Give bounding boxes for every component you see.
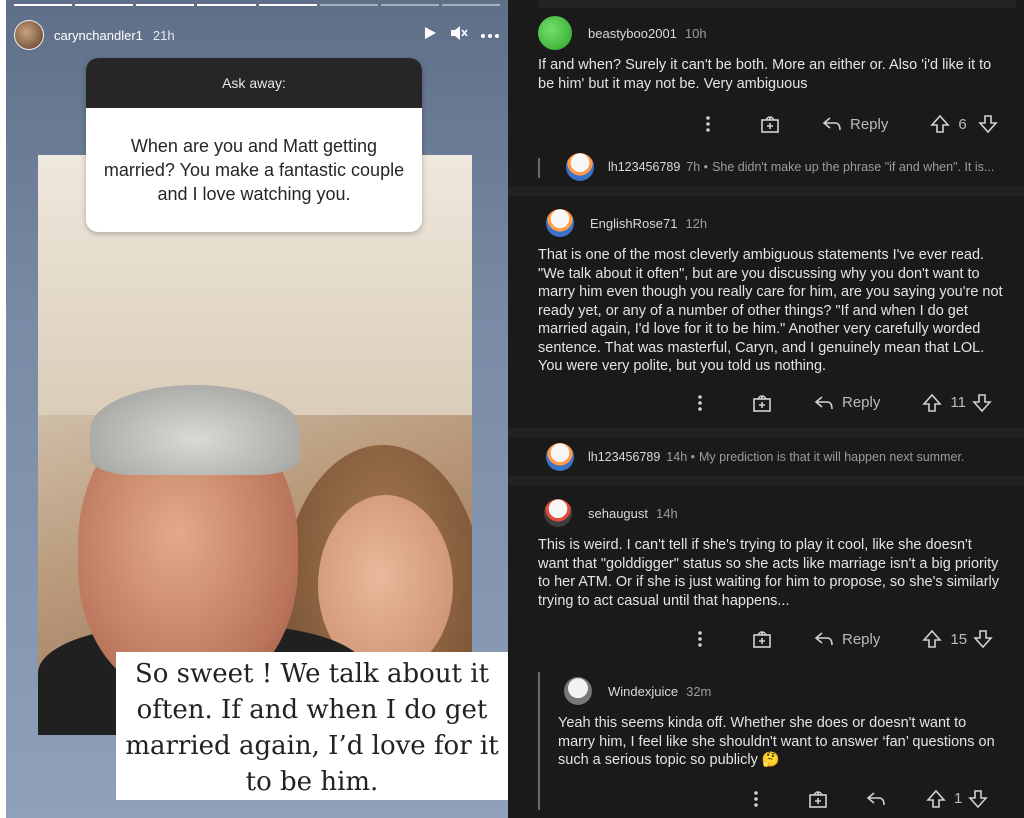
upvote-icon[interactable] [924,787,948,811]
comment-time: 10h [684,25,707,41]
comment: EnglishRose71 12h That is one of the mos… [508,208,1024,418]
collapsed-comment[interactable]: lh123456789 14h • My prediction is that … [508,442,1024,472]
collapsed-comment[interactable]: lh123456789 7h • She didn't make up the … [508,152,1024,182]
avatar[interactable] [566,153,594,181]
comment-body: If and when? Surely it can't be both. Mo… [538,57,992,92]
vote-count: 15 [950,630,968,648]
comment-username[interactable]: sehaugust [588,506,648,521]
award-icon[interactable] [806,787,830,811]
vote-count: 6 [958,115,967,133]
instagram-story: carynchandler1 21h Ask away: When are yo… [6,0,508,818]
comment-body: Yeah this seems kinda off. Whether she d… [558,715,995,768]
reply-button[interactable]: Reply [822,116,888,133]
story-time: 21h [152,27,175,43]
couple-photo [38,155,472,735]
comment-time: 32m [686,683,712,699]
story-header: carynchandler1 21h [14,20,500,50]
answer-text: So sweet ! We talk about it often. If an… [116,652,508,800]
avatar[interactable] [14,20,44,50]
comment-username[interactable]: EnglishRose71 [590,216,677,231]
upvote-icon[interactable] [920,627,944,651]
comment-preview: She didn't make up the phrase "if and wh… [712,160,995,174]
comment-username[interactable]: lh123456789 [608,160,680,174]
reply-button[interactable]: Reply [814,394,880,411]
comment-time: 12h [685,215,708,231]
vote-count: 11 [950,394,966,411]
downvote-icon[interactable] [970,391,994,415]
reply-button[interactable]: Reply [814,631,880,648]
downvote-icon[interactable] [976,112,1000,136]
mute-icon[interactable] [450,25,468,46]
award-icon[interactable] [750,627,774,651]
more-options-icon[interactable] [696,112,720,136]
avatar[interactable] [544,499,572,527]
question-text: When are you and Matt getting married? Y… [103,136,405,204]
avatar[interactable] [538,16,572,50]
comment-thread: beastyboo2001 10h If and when? Surely it… [508,0,1024,818]
comment-username[interactable]: beastyboo2001 [588,26,677,41]
avatar[interactable] [546,209,574,237]
comment: sehaugust 14h This is weird. I can't tel… [508,498,1024,654]
more-options-icon[interactable] [688,627,712,651]
award-icon[interactable] [758,112,782,136]
question-sticker: Ask away: When are you and Matt getting … [86,58,422,232]
comment-time: 14h • [666,450,696,464]
upvote-icon[interactable] [928,112,952,136]
comment-username[interactable]: lh123456789 [588,450,660,464]
comment-time: 7h • [686,160,709,174]
comment-body: This is weird. I can't tell if she's try… [538,537,1000,609]
more-options-icon[interactable] [744,787,768,811]
story-progress-bars [14,4,500,6]
more-options-icon[interactable] [688,391,712,415]
comment-username[interactable]: Windexjuice [608,684,678,699]
comment: beastyboo2001 10h If and when? Surely it… [508,16,1024,139]
question-header: Ask away: [86,58,422,108]
play-icon[interactable] [422,25,438,46]
comment: Windexjuice 32m Yeah this seems kinda of… [508,676,1024,814]
reply-icon [866,791,885,805]
story-username[interactable]: carynchandler1 [54,28,143,43]
downvote-icon[interactable] [966,787,990,811]
comment-body: That is one of the most cleverly ambiguo… [538,247,1003,374]
upvote-icon[interactable] [920,391,944,415]
award-icon[interactable] [750,391,774,415]
avatar[interactable] [564,677,592,705]
comment-time: 14h [656,505,678,521]
more-icon[interactable] [480,26,500,44]
comment-preview: My prediction is that it will happen nex… [699,450,965,464]
reply-button[interactable] [866,791,886,807]
vote-count: 1 [954,790,963,807]
reply-icon [814,632,833,646]
downvote-icon[interactable] [971,627,995,651]
reply-icon [814,395,833,409]
avatar[interactable] [546,443,574,471]
reply-icon [822,117,841,131]
